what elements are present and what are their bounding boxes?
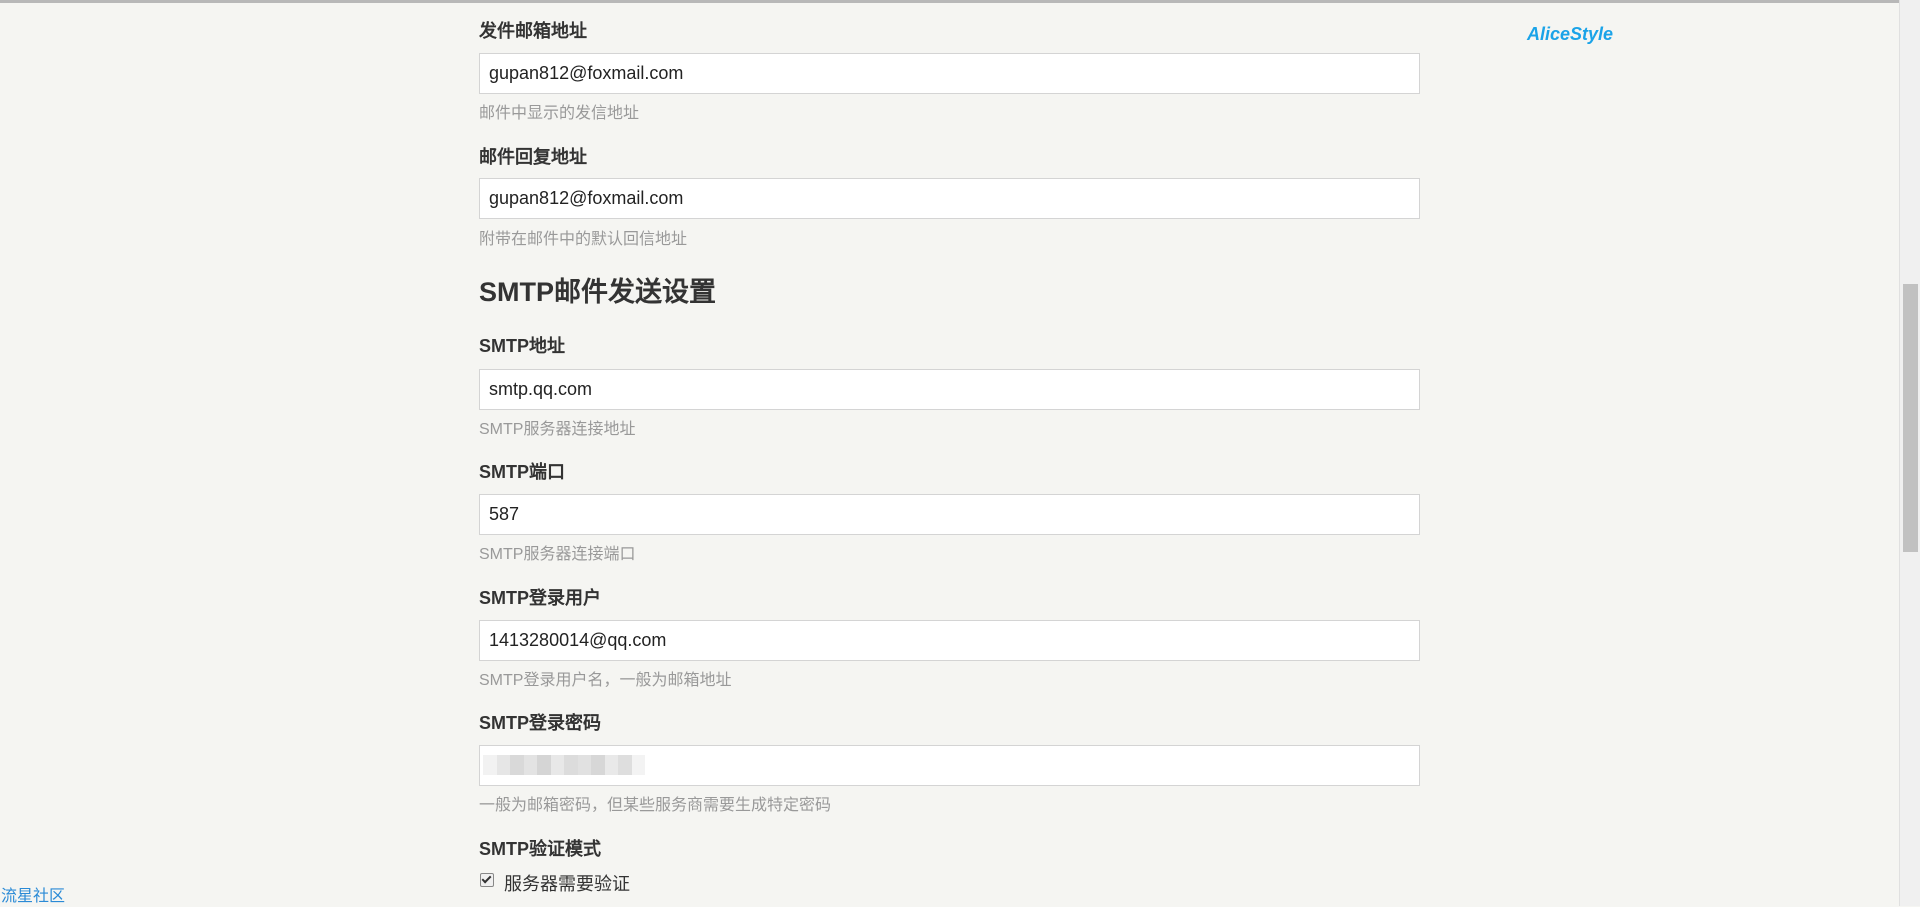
- smtp-section-title: SMTP邮件发送设置: [479, 277, 717, 307]
- smtp-host-input[interactable]: [479, 369, 1420, 410]
- smtp-auth-checkbox-label[interactable]: 服务器需要验证: [504, 870, 630, 896]
- reply-address-hint: 附带在邮件中的默认回信地址: [479, 231, 688, 248]
- sender-address-hint: 邮件中显示的发信地址: [479, 105, 640, 122]
- smtp-port-label: SMTP端口: [479, 462, 566, 482]
- window-top-border: [0, 0, 1899, 3]
- smtp-user-label: SMTP登录用户: [479, 588, 602, 608]
- smtp-auth-row: 服务器需要验证: [479, 871, 630, 895]
- smtp-host-label: SMTP地址: [479, 336, 566, 356]
- scrollbar-thumb[interactable]: [1903, 284, 1918, 552]
- smtp-user-hint: SMTP登录用户名，一般为邮箱地址: [479, 672, 732, 689]
- community-link[interactable]: 流星社区: [1, 887, 65, 907]
- smtp-password-hint: 一般为邮箱密码，但某些服务商需要生成特定密码: [479, 797, 832, 814]
- reply-address-input[interactable]: [479, 178, 1420, 219]
- smtp-user-input[interactable]: [479, 620, 1420, 661]
- smtp-password-label: SMTP登录密码: [479, 713, 602, 733]
- sender-address-input[interactable]: [479, 53, 1420, 94]
- smtp-auth-checkbox[interactable]: [480, 873, 494, 887]
- page-scrollbar[interactable]: [1899, 0, 1920, 906]
- sender-address-label: 发件邮箱地址: [479, 21, 587, 41]
- brand-logo-text[interactable]: AliceStyle: [1527, 24, 1613, 45]
- reply-address-label: 邮件回复地址: [479, 147, 587, 167]
- smtp-auth-label: SMTP验证模式: [479, 839, 602, 859]
- password-redaction-blur: [483, 755, 645, 775]
- smtp-port-input[interactable]: [479, 494, 1420, 535]
- smtp-port-hint: SMTP服务器连接端口: [479, 546, 636, 563]
- smtp-host-hint: SMTP服务器连接地址: [479, 421, 636, 438]
- smtp-password-input[interactable]: [479, 745, 1420, 786]
